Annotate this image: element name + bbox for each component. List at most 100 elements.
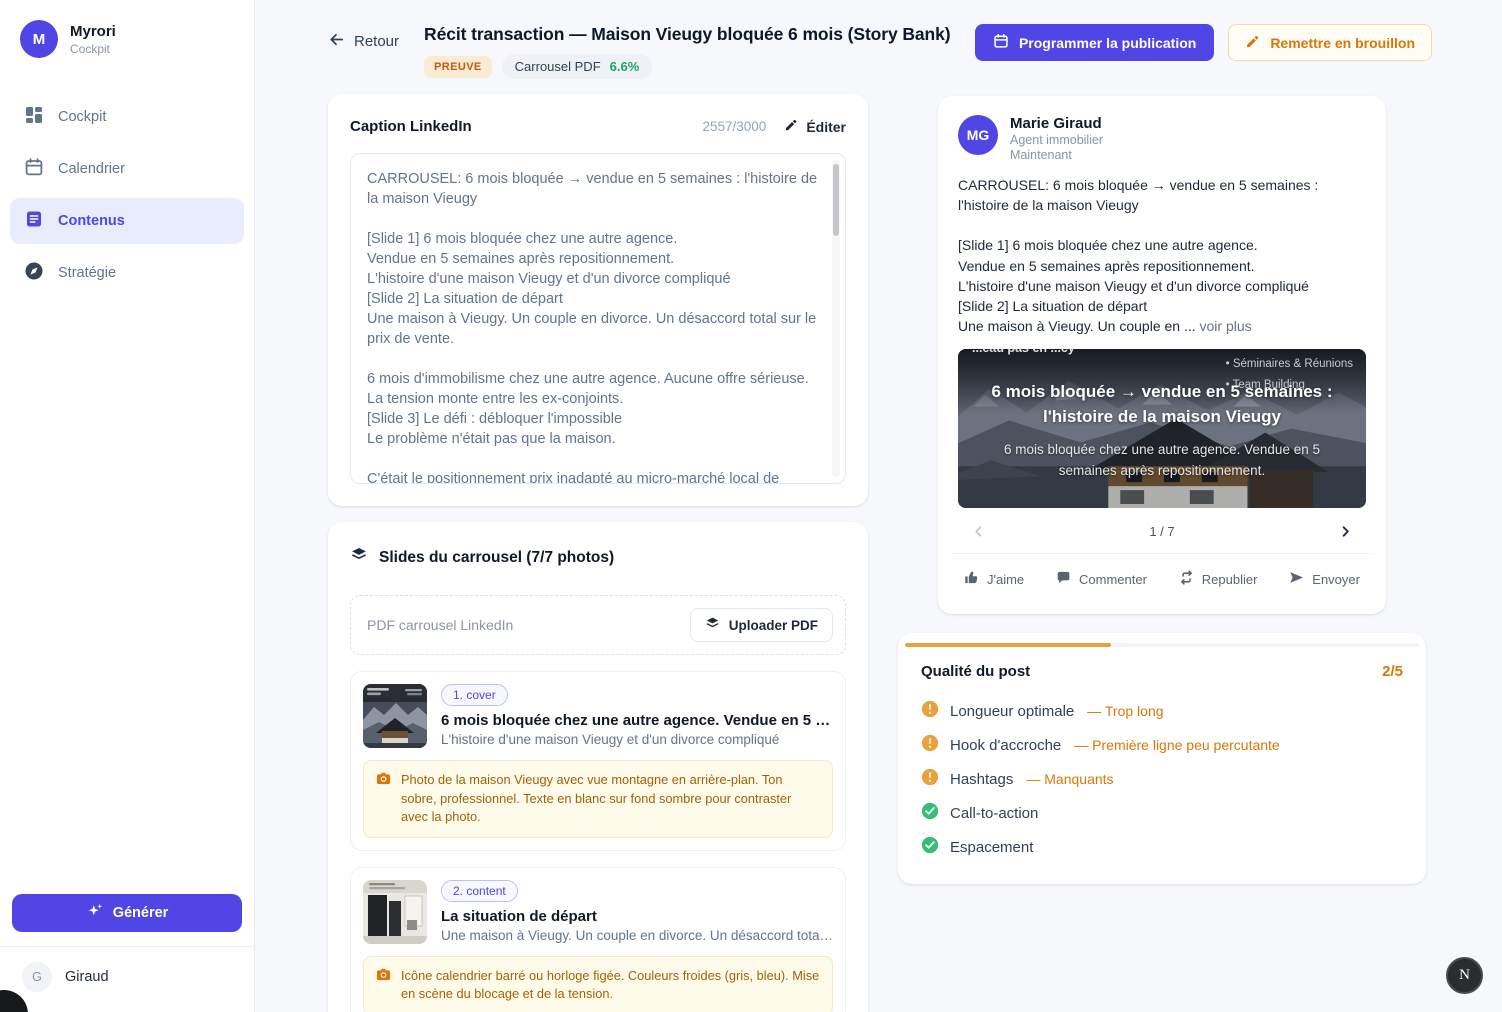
schedule-label: Programmer la publication <box>1019 35 1196 51</box>
quality-item-label: Hashtags <box>950 771 1013 788</box>
sidebar-item-label: Stratégie <box>58 265 116 281</box>
char-count: 2557/3000 <box>702 119 766 134</box>
carousel-slide-image: ...eau pas en ...cy • Séminaires & Réuni… <box>958 349 1366 508</box>
layers-icon <box>705 616 720 634</box>
quality-item: Hook d'accroche — Première ligne peu per… <box>921 728 1403 762</box>
pager-label: 1 / 7 <box>1149 524 1174 539</box>
layers-icon <box>350 546 368 569</box>
user-avatar: G <box>22 962 52 992</box>
quality-item-detail: — Trop long <box>1087 703 1163 719</box>
like-button[interactable]: J'aime <box>964 570 1024 588</box>
slide-thumbnail-content <box>363 880 427 944</box>
quality-item-label: Longueur optimale <box>950 703 1074 720</box>
slide-badge: 1. cover <box>441 684 508 706</box>
check-icon <box>921 836 939 858</box>
document-icon <box>24 209 44 233</box>
upload-hint: PDF carrousel LinkedIn <box>367 617 513 633</box>
sidebar-item-label: Contenus <box>58 213 125 229</box>
sidebar-bottom: Générer G Giraud <box>0 894 254 1012</box>
image-bullet: • Séminaires & Réunions <box>1226 354 1353 375</box>
warning-icon <box>921 700 939 722</box>
quality-progress-track <box>905 643 1419 647</box>
next-slide-button[interactable] <box>1337 523 1354 540</box>
send-button[interactable]: Envoyer <box>1289 570 1360 588</box>
sidebar-item-label: Cockpit <box>58 109 106 125</box>
back-to-draft-button[interactable]: Remettre en brouillon <box>1228 24 1432 61</box>
left-column: Caption LinkedIn 2557/3000 Éditer CARROU… <box>328 94 868 1012</box>
quality-item: Hashtags — Manquants <box>921 762 1403 796</box>
compass-icon <box>24 261 44 285</box>
comment-icon <box>1056 570 1071 588</box>
sidebar-item-strategie[interactable]: Stratégie <box>10 250 244 296</box>
scrollbar-thumb[interactable] <box>833 164 839 236</box>
right-column: MG Marie Giraud Agent immobilier Mainten… <box>898 94 1426 884</box>
quality-item: Espacement <box>921 830 1403 864</box>
sidebar-nav: Cockpit Calendrier Contenus Stratégie <box>0 82 254 308</box>
post-author: MG Marie Giraud Agent immobilier Mainten… <box>958 115 1366 162</box>
sidebar-item-calendrier[interactable]: Calendrier <box>10 146 244 192</box>
repost-button[interactable]: Republier <box>1179 570 1258 588</box>
pencil-icon <box>1245 34 1260 52</box>
sparkles-icon <box>86 902 104 924</box>
generate-button[interactable]: Générer <box>12 894 242 932</box>
post-actions: J'aime Commenter Republier Envoyer <box>950 554 1374 600</box>
schedule-publication-button[interactable]: Programmer la publication <box>975 24 1214 61</box>
generate-label: Générer <box>113 905 169 921</box>
back-button[interactable]: Retour <box>328 31 399 52</box>
caption-card-title: Caption LinkedIn <box>350 118 472 135</box>
comment-button[interactable]: Commenter <box>1056 570 1147 588</box>
post-quality-card: Qualité du post 2/5 Longueur optimale — … <box>898 633 1426 884</box>
camera-icon <box>376 967 391 987</box>
upload-button-label: Uploader PDF <box>729 618 818 633</box>
warning-icon <box>921 768 939 790</box>
pencil-icon <box>784 118 798 135</box>
rate-value: 6.6% <box>610 59 640 74</box>
slides-card: Slides du carrousel (7/7 photos) PDF car… <box>328 522 868 1012</box>
slide-subtitle: Une maison à Vieugy. Un couple en divorc… <box>441 928 833 943</box>
upload-pdf-button[interactable]: Uploader PDF <box>690 608 833 642</box>
slide-photo-note: Icône calendrier barré ou horloge figée.… <box>363 956 833 1012</box>
thumbs-up-icon <box>964 570 979 588</box>
slide-title: La situation de départ <box>441 908 833 925</box>
linkedin-preview-card: MG Marie Giraud Agent immobilier Mainten… <box>938 96 1386 614</box>
slide-item-content[interactable]: 2. content La situation de départ Une ma… <box>350 867 846 1012</box>
slide-note-text: Photo de la maison Vieugy avec vue monta… <box>401 771 820 827</box>
camera-icon <box>376 771 391 791</box>
edit-label: Éditer <box>806 119 846 135</box>
quality-item-label: Espacement <box>950 839 1033 856</box>
format-label: Carrousel PDF <box>515 59 601 74</box>
caption-textarea[interactable]: CARROUSEL: 6 mois bloquée → vendue en 5 … <box>350 153 846 484</box>
slide-subtitle: L'histoire d'une maison Vieugy et d'un d… <box>441 732 833 747</box>
caption-card: Caption LinkedIn 2557/3000 Éditer CARROU… <box>328 94 868 506</box>
prev-slide-button[interactable] <box>970 523 987 540</box>
format-badge: Carrousel PDF 6.6% <box>502 54 653 79</box>
brand-avatar: M <box>20 20 58 58</box>
action-label: J'aime <box>987 572 1024 587</box>
author-avatar: MG <box>958 115 998 155</box>
slide-photo-note: Photo de la maison Vieugy avec vue monta… <box>363 760 833 838</box>
image-subline: 6 mois bloquée chez une autre agence. Ve… <box>991 440 1334 481</box>
caption-scrollbar[interactable] <box>832 160 840 477</box>
sidebar-item-cockpit[interactable]: Cockpit <box>10 94 244 140</box>
pdf-upload-zone[interactable]: PDF carrousel LinkedIn Uploader PDF <box>350 595 846 655</box>
slide-thumbnail-cover <box>363 684 427 748</box>
back-label: Retour <box>354 33 399 50</box>
user-row[interactable]: G Giraud <box>0 946 254 1012</box>
app-root: M Myrori Cockpit Cockpit Calendrier Cont… <box>0 0 1502 1012</box>
edit-caption-button[interactable]: Éditer <box>784 118 846 135</box>
draft-label: Remettre en brouillon <box>1270 35 1415 51</box>
caption-text: CARROUSEL: 6 mois bloquée → vendue en 5 … <box>367 169 819 484</box>
brand: M Myrori Cockpit <box>0 0 254 82</box>
slide-item-cover[interactable]: 1. cover 6 mois bloquée chez une autre a… <box>350 671 846 851</box>
see-more-link[interactable]: voir plus <box>1200 318 1252 334</box>
slide-title: 6 mois bloquée chez une autre agence. Ve… <box>441 712 833 729</box>
author-name: Marie Giraud <box>1010 115 1103 132</box>
sidebar-item-contenus[interactable]: Contenus <box>10 198 244 244</box>
post-time: Maintenant <box>1010 148 1103 162</box>
quality-item: Longueur optimale — Trop long <box>921 694 1403 728</box>
user-name: Giraud <box>65 969 109 985</box>
image-headline: 6 mois bloquée → vendue en 5 semaines : … <box>987 380 1338 429</box>
n-floating-button[interactable]: N <box>1446 957 1483 994</box>
author-role: Agent immobilier <box>1010 133 1103 147</box>
grid-icon <box>24 105 44 129</box>
